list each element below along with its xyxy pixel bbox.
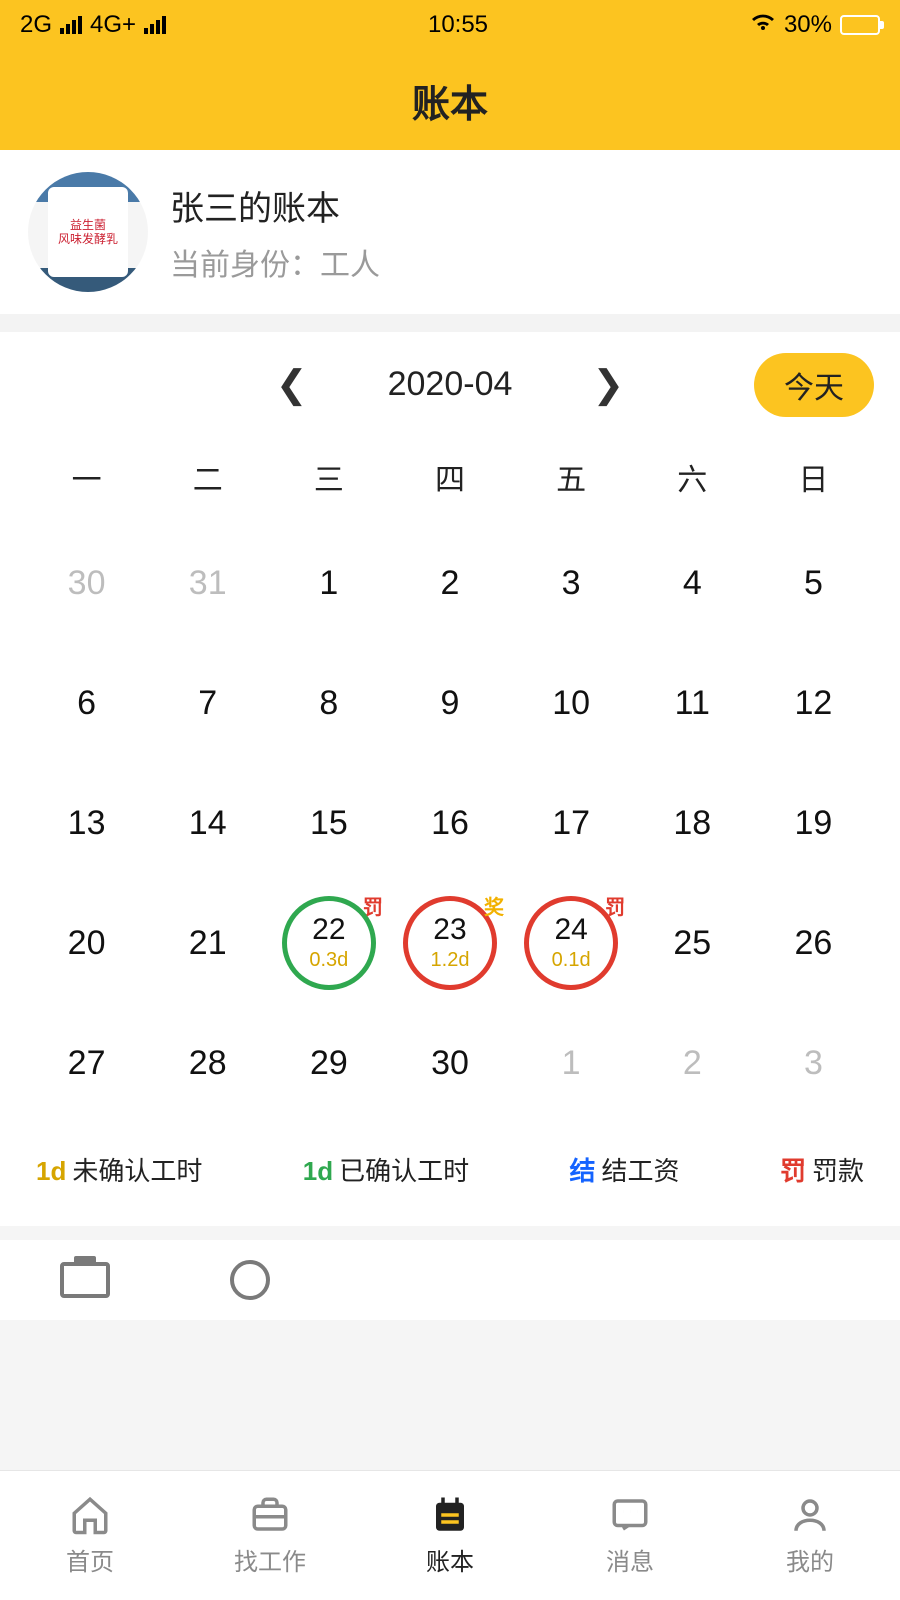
day-23[interactable]: 231.2d奖 [389,883,510,1003]
day-26[interactable]: 26 [753,883,874,1003]
next-month-button[interactable]: ❯ [592,362,624,407]
role-line: 当前身份：工人 [170,240,380,284]
tab-mine-label: 我的 [786,1542,834,1577]
battery-percent: 30% [784,11,832,39]
day-badge: 罚 [605,891,625,920]
role-label: 当前身份： [170,249,320,282]
calendar: ❮ 2020-04 ❯ 今天 一二三四五六日 30311234567891011… [0,332,900,1226]
weekday-label: 五 [511,437,632,523]
day-30[interactable]: 30 [26,523,147,643]
avatar-text-1: 益生菌 [70,218,106,232]
day-30[interactable]: 30 [389,1003,510,1123]
day-10[interactable]: 10 [511,643,632,763]
legend-unconfirmed: 1d未确认工时 [36,1151,202,1188]
page-header: 账本 [0,50,900,150]
divider [0,314,900,332]
weekday-label: 日 [753,437,874,523]
weekday-label: 一 [26,437,147,523]
tab-home-label: 首页 [66,1542,114,1577]
network-2g-label: 2G [20,11,52,39]
status-right: 30% [750,11,880,39]
legend-salary: 结结工资 [570,1151,680,1188]
profile-text: 张三的账本 当前身份：工人 [170,181,380,284]
battery-icon [840,15,880,35]
weekday-label: 四 [389,437,510,523]
ledger-icon [429,1494,471,1536]
day-24[interactable]: 240.1d罚 [511,883,632,1003]
legend-confirmed: 1d已确认工时 [303,1151,469,1188]
circle-icon[interactable] [230,1260,270,1300]
day-7[interactable]: 7 [147,643,268,763]
day-3[interactable]: 3 [511,523,632,643]
day-16[interactable]: 16 [389,763,510,883]
tab-messages-label: 消息 [606,1542,654,1577]
day-17[interactable]: 17 [511,763,632,883]
message-icon [609,1494,651,1536]
day-14[interactable]: 14 [147,763,268,883]
day-badge: 奖 [484,891,504,920]
status-bar: 2G 4G+ 10:55 30% [0,0,900,50]
day-27[interactable]: 27 [26,1003,147,1123]
weekday-row: 一二三四五六日 [26,437,874,523]
legend: 1d未确认工时 1d已确认工时 结结工资 罚罚款 [26,1123,874,1206]
card-icon[interactable] [60,1262,110,1298]
wifi-icon [750,11,776,39]
day-20[interactable]: 20 [26,883,147,1003]
day-19[interactable]: 19 [753,763,874,883]
person-icon [789,1494,831,1536]
avatar-text-2: 风味发酵乳 [58,232,118,246]
day-2[interactable]: 2 [632,1003,753,1123]
day-3[interactable]: 3 [753,1003,874,1123]
day-18[interactable]: 18 [632,763,753,883]
tab-bar: 首页 找工作 账本 消息 我的 [0,1470,900,1600]
day-1[interactable]: 1 [268,523,389,643]
day-25[interactable]: 25 [632,883,753,1003]
tab-jobs[interactable]: 找工作 [180,1471,360,1600]
role-value: 工人 [320,249,380,282]
day-9[interactable]: 9 [389,643,510,763]
day-22[interactable]: 220.3d罚 [268,883,389,1003]
prev-month-button[interactable]: ❮ [276,362,308,407]
day-badge: 罚 [363,891,383,920]
profile-card[interactable]: 益生菌 风味发酵乳 张三的账本 当前身份：工人 [0,150,900,314]
day-8[interactable]: 8 [268,643,389,763]
day-28[interactable]: 28 [147,1003,268,1123]
network-4g-label: 4G+ [90,11,136,39]
weekday-label: 六 [632,437,753,523]
month-label[interactable]: 2020-04 [388,365,513,404]
ledger-name: 张三的账本 [170,181,380,230]
day-15[interactable]: 15 [268,763,389,883]
day-6[interactable]: 6 [26,643,147,763]
signal-bars-icon [60,16,82,34]
status-time: 10:55 [428,11,488,39]
day-31[interactable]: 31 [147,523,268,643]
day-21[interactable]: 21 [147,883,268,1003]
day-13[interactable]: 13 [26,763,147,883]
weekday-label: 二 [147,437,268,523]
calendar-header: ❮ 2020-04 ❯ 今天 [26,362,874,407]
tab-home[interactable]: 首页 [0,1471,180,1600]
tab-messages[interactable]: 消息 [540,1471,720,1600]
home-icon [69,1494,111,1536]
status-left: 2G 4G+ [20,11,166,39]
tab-ledger-label: 账本 [426,1542,474,1577]
signal-bars-icon-2 [144,16,166,34]
day-29[interactable]: 29 [268,1003,389,1123]
briefcase-icon [249,1494,291,1536]
page-title: 账本 [412,73,488,128]
weekday-label: 三 [268,437,389,523]
tab-ledger[interactable]: 账本 [360,1471,540,1600]
day-12[interactable]: 12 [753,643,874,763]
legend-penalty: 罚罚款 [780,1151,864,1188]
tab-jobs-label: 找工作 [234,1542,306,1577]
below-strip [0,1240,900,1320]
day-1[interactable]: 1 [511,1003,632,1123]
day-2[interactable]: 2 [389,523,510,643]
day-4[interactable]: 4 [632,523,753,643]
tab-mine[interactable]: 我的 [720,1471,900,1600]
day-5[interactable]: 5 [753,523,874,643]
avatar: 益生菌 风味发酵乳 [28,172,148,292]
today-button[interactable]: 今天 [754,353,874,417]
day-11[interactable]: 11 [632,643,753,763]
